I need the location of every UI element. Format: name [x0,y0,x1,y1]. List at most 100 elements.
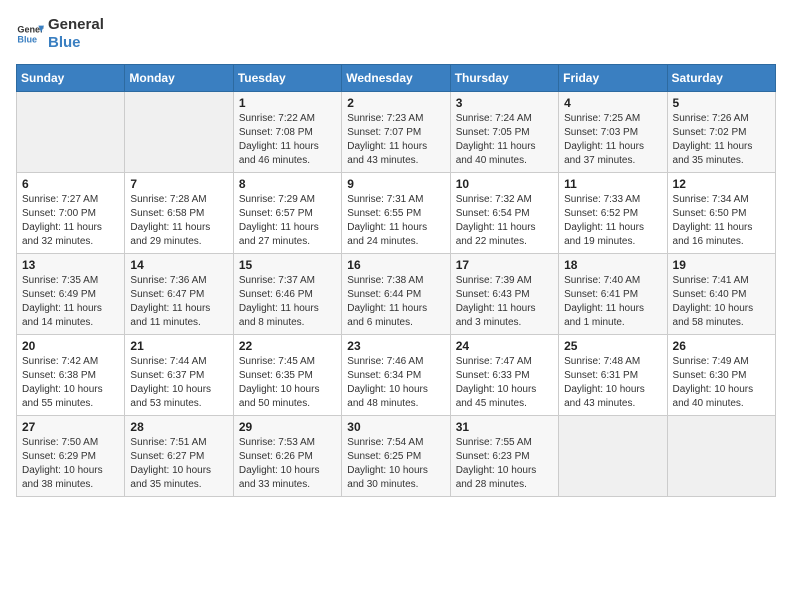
weekday-header-monday: Monday [125,65,233,92]
calendar-cell: 16 Sunrise: 7:38 AMSunset: 6:44 PMDayligh… [342,254,450,335]
day-info: Sunrise: 7:32 AMSunset: 6:54 PMDaylight:… [456,193,553,249]
calendar-cell: 23 Sunrise: 7:46 AMSunset: 6:34 PMDayligh… [342,335,450,416]
calendar-week-5: 27 Sunrise: 7:50 AMSunset: 6:29 PMDayligh… [17,416,776,497]
day-info: Sunrise: 7:26 AMSunset: 7:02 PMDaylight:… [673,112,770,168]
day-info: Sunrise: 7:22 AMSunset: 7:08 PMDaylight:… [239,112,336,168]
weekday-header-wednesday: Wednesday [342,65,450,92]
day-number: 11 [564,177,661,191]
day-number: 8 [239,177,336,191]
calendar-header: SundayMondayTuesdayWednesdayThursdayFrid… [17,65,776,92]
calendar-cell: 7 Sunrise: 7:28 AMSunset: 6:58 PMDaylight… [125,173,233,254]
day-number: 2 [347,96,444,110]
day-number: 30 [347,420,444,434]
calendar-cell: 2 Sunrise: 7:23 AMSunset: 7:07 PMDaylight… [342,92,450,173]
calendar-cell [125,92,233,173]
day-info: Sunrise: 7:25 AMSunset: 7:03 PMDaylight:… [564,112,661,168]
day-number: 4 [564,96,661,110]
day-info: Sunrise: 7:55 AMSunset: 6:23 PMDaylight:… [456,436,553,492]
calendar-cell: 21Sunrise: 7:44 AMSunset: 6:37 PMDayligh… [125,335,233,416]
day-number: 27 [22,420,119,434]
calendar-cell: 30 Sunrise: 7:54 AMSunset: 6:25 PMDayligh… [342,416,450,497]
day-number: 29 [239,420,336,434]
day-info: Sunrise: 7:53 AMSunset: 6:26 PMDaylight:… [239,436,336,492]
weekday-header-row: SundayMondayTuesdayWednesdayThursdayFrid… [17,65,776,92]
day-number: 5 [673,96,770,110]
logo: General Blue General Blue [16,16,104,52]
calendar-table: SundayMondayTuesdayWednesdayThursdayFrid… [16,64,776,497]
day-info: Sunrise: 7:24 AMSunset: 7:05 PMDaylight:… [456,112,553,168]
calendar-week-2: 6 Sunrise: 7:27 AMSunset: 7:00 PMDaylight… [17,173,776,254]
calendar-cell: 8Sunrise: 7:29 AMSunset: 6:57 PMDaylight… [233,173,341,254]
calendar-cell: 5 Sunrise: 7:26 AMSunset: 7:02 PMDaylight… [667,92,775,173]
calendar-cell: 1 Sunrise: 7:22 AMSunset: 7:08 PMDaylight… [233,92,341,173]
calendar-cell: 3 Sunrise: 7:24 AMSunset: 7:05 PMDaylight… [450,92,558,173]
calendar-cell: 12 Sunrise: 7:34 AMSunset: 6:50 PMDayligh… [667,173,775,254]
weekday-header-friday: Friday [559,65,667,92]
calendar-cell [17,92,125,173]
calendar-cell: 20Sunrise: 7:42 AMSunset: 6:38 PMDayligh… [17,335,125,416]
day-info: Sunrise: 7:47 AMSunset: 6:33 PMDaylight:… [456,355,553,411]
day-info: Sunrise: 7:31 AMSunset: 6:55 PMDaylight:… [347,193,444,249]
logo-icon: General Blue [16,20,44,48]
calendar-cell: 6 Sunrise: 7:27 AMSunset: 7:00 PMDaylight… [17,173,125,254]
day-number: 22 [239,339,336,353]
calendar-cell: 29 Sunrise: 7:53 AMSunset: 6:26 PMDayligh… [233,416,341,497]
logo-text-blue: Blue [48,34,104,52]
day-number: 12 [673,177,770,191]
day-number: 25 [564,339,661,353]
calendar-cell: 19Sunrise: 7:41 AMSunset: 6:40 PMDayligh… [667,254,775,335]
calendar-cell: 11 Sunrise: 7:33 AMSunset: 6:52 PMDayligh… [559,173,667,254]
calendar-cell: 17Sunrise: 7:39 AMSunset: 6:43 PMDayligh… [450,254,558,335]
calendar-cell: 24 Sunrise: 7:47 AMSunset: 6:33 PMDayligh… [450,335,558,416]
day-number: 13 [22,258,119,272]
day-number: 7 [130,177,227,191]
day-number: 6 [22,177,119,191]
day-info: Sunrise: 7:50 AMSunset: 6:29 PMDaylight:… [22,436,119,492]
calendar-cell: 14Sunrise: 7:36 AMSunset: 6:47 PMDayligh… [125,254,233,335]
day-number: 3 [456,96,553,110]
day-number: 9 [347,177,444,191]
day-info: Sunrise: 7:49 AMSunset: 6:30 PMDaylight:… [673,355,770,411]
svg-text:Blue: Blue [17,34,37,44]
weekday-header-saturday: Saturday [667,65,775,92]
day-number: 16 [347,258,444,272]
day-info: Sunrise: 7:54 AMSunset: 6:25 PMDaylight:… [347,436,444,492]
calendar-week-1: 1 Sunrise: 7:22 AMSunset: 7:08 PMDaylight… [17,92,776,173]
calendar-cell [559,416,667,497]
calendar-cell: 18Sunrise: 7:40 AMSunset: 6:41 PMDayligh… [559,254,667,335]
weekday-header-sunday: Sunday [17,65,125,92]
calendar-body: 1 Sunrise: 7:22 AMSunset: 7:08 PMDaylight… [17,92,776,497]
day-info: Sunrise: 7:27 AMSunset: 7:00 PMDaylight:… [22,193,119,249]
calendar-cell: 22 Sunrise: 7:45 AMSunset: 6:35 PMDayligh… [233,335,341,416]
calendar-cell: 9 Sunrise: 7:31 AMSunset: 6:55 PMDaylight… [342,173,450,254]
day-info: Sunrise: 7:38 AMSunset: 6:44 PMDaylight:… [347,274,444,330]
day-number: 23 [347,339,444,353]
day-info: Sunrise: 7:33 AMSunset: 6:52 PMDaylight:… [564,193,661,249]
calendar-cell [667,416,775,497]
day-info: Sunrise: 7:37 AMSunset: 6:46 PMDaylight:… [239,274,336,330]
calendar-cell: 4 Sunrise: 7:25 AMSunset: 7:03 PMDaylight… [559,92,667,173]
calendar-cell: 27 Sunrise: 7:50 AMSunset: 6:29 PMDayligh… [17,416,125,497]
day-number: 31 [456,420,553,434]
calendar-cell: 25Sunrise: 7:48 AMSunset: 6:31 PMDayligh… [559,335,667,416]
day-number: 21 [130,339,227,353]
day-info: Sunrise: 7:51 AMSunset: 6:27 PMDaylight:… [130,436,227,492]
day-number: 28 [130,420,227,434]
calendar-cell: 28 Sunrise: 7:51 AMSunset: 6:27 PMDayligh… [125,416,233,497]
day-number: 19 [673,258,770,272]
day-number: 20 [22,339,119,353]
weekday-header-tuesday: Tuesday [233,65,341,92]
day-number: 24 [456,339,553,353]
calendar-week-4: 20Sunrise: 7:42 AMSunset: 6:38 PMDayligh… [17,335,776,416]
day-number: 1 [239,96,336,110]
calendar-cell: 31 Sunrise: 7:55 AMSunset: 6:23 PMDayligh… [450,416,558,497]
day-info: Sunrise: 7:28 AMSunset: 6:58 PMDaylight:… [130,193,227,249]
day-info: Sunrise: 7:23 AMSunset: 7:07 PMDaylight:… [347,112,444,168]
day-info: Sunrise: 7:36 AMSunset: 6:47 PMDaylight:… [130,274,227,330]
day-info: Sunrise: 7:34 AMSunset: 6:50 PMDaylight:… [673,193,770,249]
day-info: Sunrise: 7:46 AMSunset: 6:34 PMDaylight:… [347,355,444,411]
page-header: General Blue General Blue [16,16,776,52]
calendar-cell: 26Sunrise: 7:49 AMSunset: 6:30 PMDayligh… [667,335,775,416]
day-info: Sunrise: 7:45 AMSunset: 6:35 PMDaylight:… [239,355,336,411]
calendar-cell: 13Sunrise: 7:35 AMSunset: 6:49 PMDayligh… [17,254,125,335]
